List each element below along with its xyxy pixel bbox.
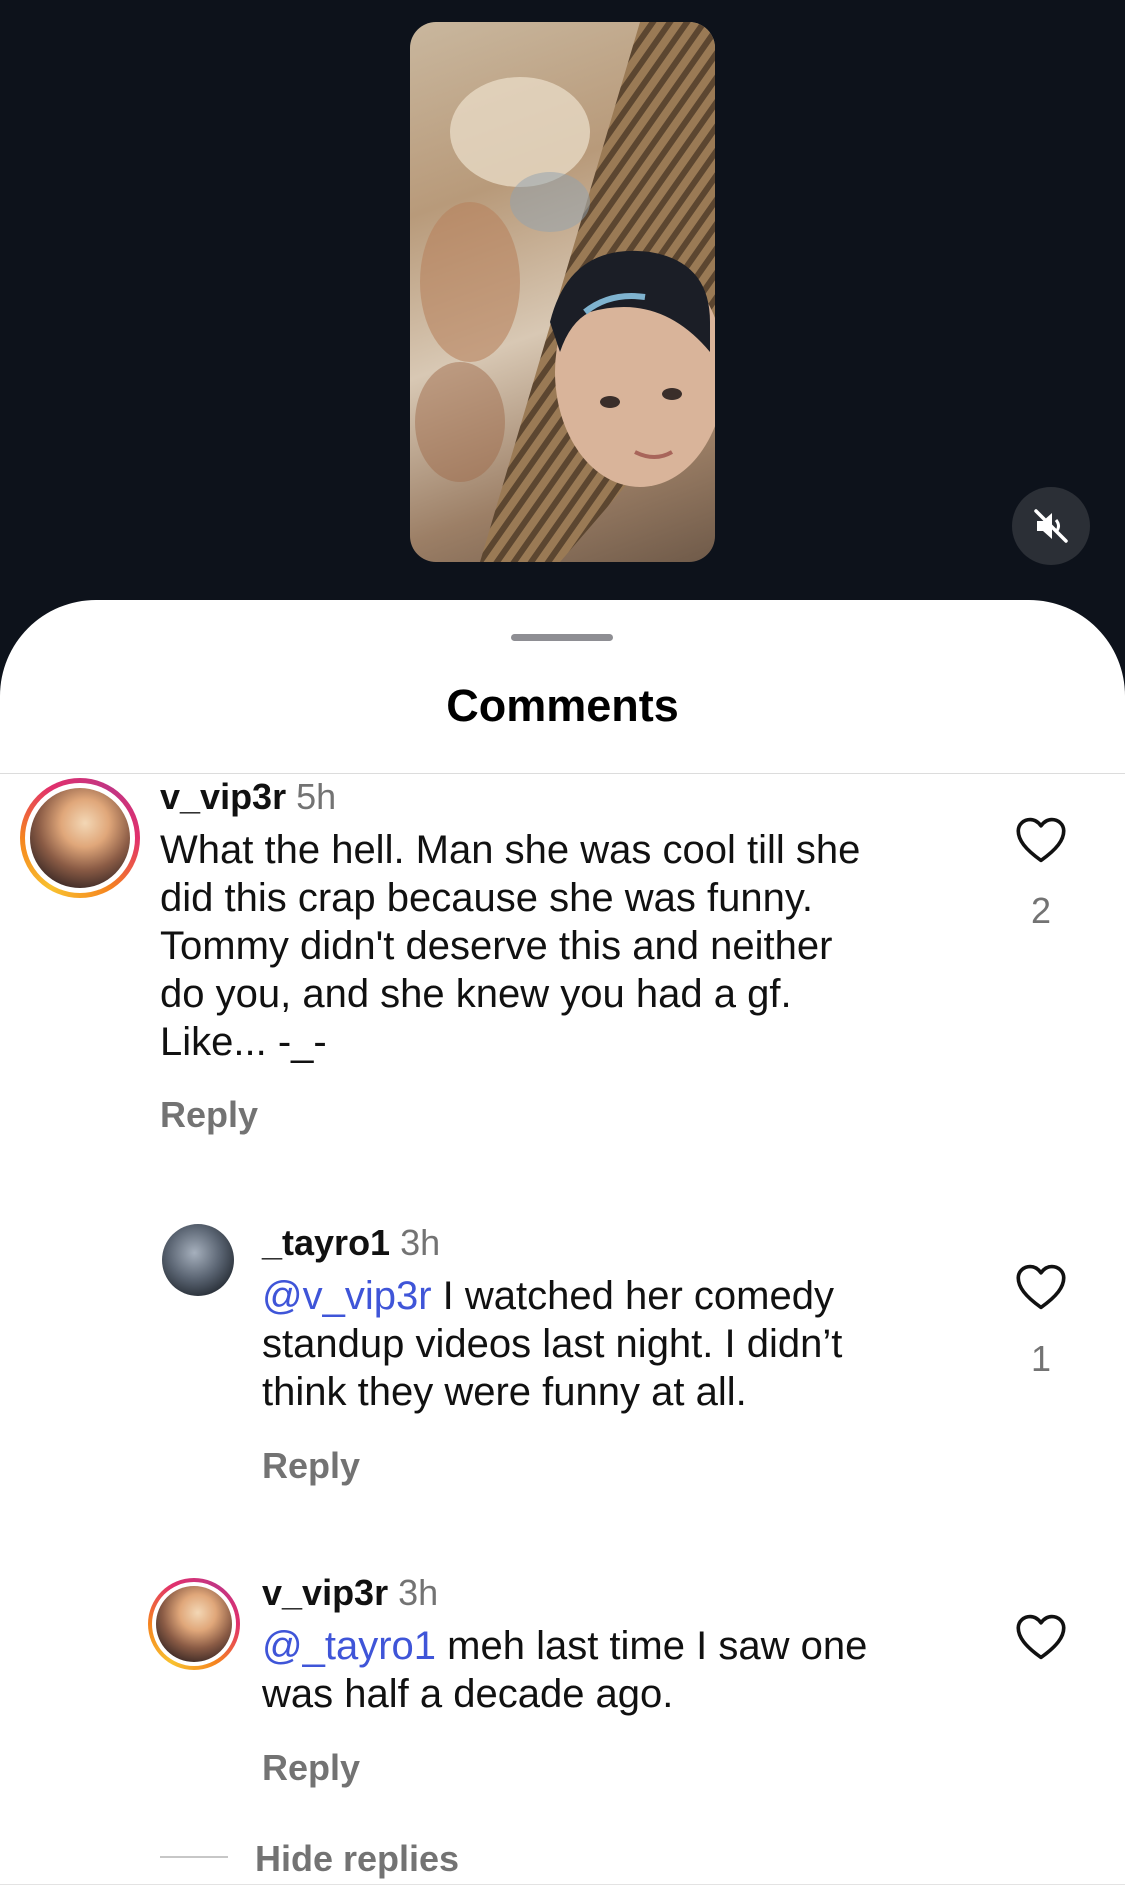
sheet-title: Comments <box>446 680 679 731</box>
hide-replies-button[interactable]: Hide replies <box>255 1838 459 1880</box>
username[interactable]: v_vip3r <box>262 1572 388 1613</box>
mute-button[interactable] <box>1012 487 1090 565</box>
avatar-story-ring[interactable] <box>20 778 140 898</box>
video-area <box>0 0 1125 620</box>
comment-text: What the hell. Man she was cool till she… <box>160 828 861 1064</box>
avatar-story-ring[interactable] <box>148 1578 240 1670</box>
username[interactable]: _tayro1 <box>262 1222 390 1263</box>
reply-button[interactable]: Reply <box>262 1747 360 1789</box>
comment-meta: _tayro1 3h <box>262 1222 440 1264</box>
video-frame-art <box>415 22 715 562</box>
comment-meta: v_vip3r 3h <box>262 1572 438 1614</box>
sheet-grabber[interactable] <box>511 634 613 641</box>
heart-icon[interactable] <box>1013 1612 1069 1662</box>
heart-icon[interactable] <box>1013 815 1069 865</box>
comment-meta: v_vip3r 5h <box>160 776 336 818</box>
avatar <box>30 788 130 888</box>
timestamp: 3h <box>400 1222 441 1263</box>
timestamp: 5h <box>296 776 337 817</box>
heart-icon[interactable] <box>1013 1262 1069 1312</box>
like-count: 1 <box>1030 1338 1052 1379</box>
video-thumbnail[interactable] <box>410 22 715 562</box>
comments-sheet: Comments v_vip3r 5h What the hell. Man sh… <box>0 600 1125 1897</box>
username[interactable]: v_vip3r <box>160 776 286 817</box>
mention-link[interactable]: @_tayro1 <box>262 1624 436 1668</box>
speaker-muted-icon <box>1034 509 1068 543</box>
reply-button[interactable]: Reply <box>160 1094 258 1136</box>
bottom-divider <box>0 1884 1125 1885</box>
hide-replies-line <box>160 1856 228 1858</box>
comment-text: @v_vip3r I watched her comedy standup vi… <box>262 1274 843 1414</box>
divider <box>0 773 1125 774</box>
timestamp: 3h <box>398 1572 439 1613</box>
avatar[interactable] <box>162 1224 234 1296</box>
comment-text: @_tayro1 meh last time I saw one was hal… <box>262 1624 868 1716</box>
avatar <box>156 1586 232 1662</box>
mention-link[interactable]: @v_vip3r <box>262 1274 432 1318</box>
like-count: 2 <box>1030 890 1052 931</box>
reply-button[interactable]: Reply <box>262 1445 360 1487</box>
